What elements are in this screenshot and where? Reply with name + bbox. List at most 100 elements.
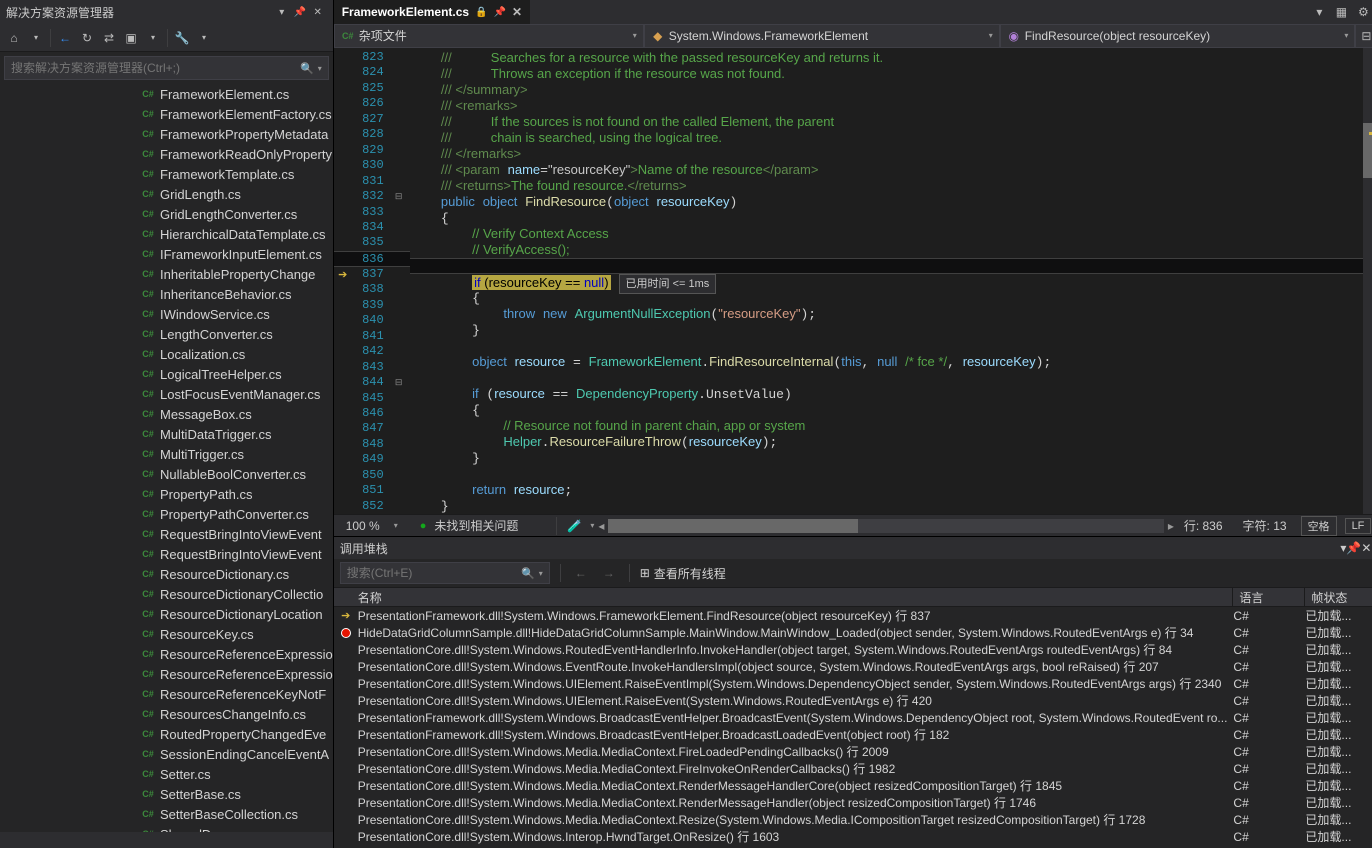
file-item[interactable]: C#Setter.cs <box>0 764 333 784</box>
file-item[interactable]: C#GridLength.cs <box>0 184 333 204</box>
stack-frame[interactable]: PresentationCore.dll!System.Windows.Medi… <box>334 794 1372 811</box>
file-item[interactable]: C#InheritanceBehavior.cs <box>0 284 333 304</box>
file-item[interactable]: C#RoutedPropertyChangedEve <box>0 724 333 744</box>
dropdown-icon[interactable]: ▾ <box>318 64 322 73</box>
tab-frameworkelement[interactable]: FrameworkElement.cs 🔒 📌 ✕ <box>334 0 530 24</box>
file-item[interactable]: C#FrameworkReadOnlyProperty <box>0 144 333 164</box>
close-icon[interactable]: ✕ <box>309 3 327 21</box>
file-item[interactable]: C#ResourceReferenceExpressio <box>0 664 333 684</box>
stack-frame[interactable]: ➔PresentationFramework.dll!System.Window… <box>334 607 1372 624</box>
file-item[interactable]: C#MessageBox.cs <box>0 404 333 424</box>
nav-member-dropdown[interactable]: ◉ FindResource(object resourceKey) ▾ <box>1000 24 1356 48</box>
file-item[interactable]: C#SetterBaseCollection.cs <box>0 804 333 824</box>
file-item[interactable]: C#RequestBringIntoViewEvent <box>0 544 333 564</box>
line-number[interactable]: 行: 836 <box>1178 517 1229 534</box>
file-item[interactable]: C#FrameworkElementFactory.cs <box>0 104 333 124</box>
nav-class-dropdown[interactable]: ◆ System.Windows.FrameworkElement ▾ <box>644 24 1000 48</box>
file-item[interactable]: C#IFrameworkInputElement.cs <box>0 244 333 264</box>
stack-frame[interactable]: PresentationCore.dll!System.Windows.Rout… <box>334 641 1372 658</box>
file-item[interactable]: C#ResourceDictionaryLocation <box>0 604 333 624</box>
wrench-icon[interactable]: 🔧 <box>172 28 192 48</box>
file-item[interactable]: C#SharedDp.cs <box>0 824 333 832</box>
file-item[interactable]: C#ResourceKey.cs <box>0 624 333 644</box>
add-tab-icon[interactable]: ▦ <box>1333 4 1349 20</box>
stack-frame[interactable]: PresentationCore.dll!System.Windows.Medi… <box>334 777 1372 794</box>
file-item[interactable]: C#ResourceReferenceKeyNotF <box>0 684 333 704</box>
col-lang[interactable]: 语言 <box>1233 588 1305 606</box>
indent-mode[interactable]: 空格 <box>1301 516 1337 536</box>
zoom-level[interactable]: 100 % <box>340 519 386 533</box>
file-item[interactable]: C#FrameworkElement.cs <box>0 84 333 104</box>
stack-frame[interactable]: PresentationCore.dll!System.Windows.Medi… <box>334 811 1372 828</box>
line-ending[interactable]: LF <box>1345 518 1372 534</box>
stack-frame[interactable]: PresentationCore.dll!System.Windows.UIEl… <box>334 692 1372 709</box>
stack-frame[interactable]: PresentationFramework.dll!System.Windows… <box>334 726 1372 743</box>
file-item[interactable]: C#LogicalTreeHelper.cs <box>0 364 333 384</box>
file-item[interactable]: C#SetterBase.cs <box>0 784 333 804</box>
gear-icon[interactable]: ⚙ <box>1355 4 1371 20</box>
file-tree[interactable]: C#FrameworkElement.csC#FrameworkElementF… <box>0 84 333 832</box>
file-item[interactable]: C#ResourceReferenceExpressio <box>0 644 333 664</box>
dropdown-icon[interactable]: ▾ <box>394 521 398 530</box>
pin-icon[interactable]: 📌 <box>494 7 506 18</box>
col-name[interactable]: 名称 <box>334 588 1234 606</box>
scroll-right-icon[interactable]: ▸ <box>1164 519 1178 533</box>
callstack-search[interactable]: 🔍 ▾ <box>340 562 550 584</box>
file-item[interactable]: C#PropertyPathConverter.cs <box>0 504 333 524</box>
file-item[interactable]: C#IWindowService.cs <box>0 304 333 324</box>
editor-vertical-scrollbar[interactable] <box>1363 48 1372 514</box>
search-input[interactable] <box>11 61 300 75</box>
refresh-icon[interactable]: ↻ <box>77 28 97 48</box>
file-item[interactable]: C#HierarchicalDataTemplate.cs <box>0 224 333 244</box>
file-item[interactable]: C#MultiDataTrigger.cs <box>0 424 333 444</box>
search-input[interactable] <box>347 566 521 580</box>
solution-search-input[interactable]: 🔍 ▾ <box>4 56 329 80</box>
file-item[interactable]: C#MultiTrigger.cs <box>0 444 333 464</box>
dropdown-icon[interactable]: ▾ <box>273 3 291 21</box>
callstack-body[interactable]: ➔PresentationFramework.dll!System.Window… <box>334 607 1372 848</box>
file-item[interactable]: C#FrameworkTemplate.cs <box>0 164 333 184</box>
collapse-icon[interactable]: ▣ <box>121 28 141 48</box>
pin-icon[interactable]: 📌 <box>291 3 309 21</box>
tree-horizontal-scrollbar[interactable] <box>0 832 333 848</box>
stack-frame[interactable]: PresentationCore.dll!System.Windows.Medi… <box>334 743 1372 760</box>
file-item[interactable]: C#ResourcesChangeInfo.cs <box>0 704 333 724</box>
file-item[interactable]: C#LostFocusEventManager.cs <box>0 384 333 404</box>
dropdown-icon[interactable]: ▾ <box>539 569 543 578</box>
dropdown-icon[interactable]: ▾ <box>143 28 163 48</box>
file-item[interactable]: C#RequestBringIntoViewEvent <box>0 524 333 544</box>
col-status[interactable]: 帧状态 <box>1305 588 1372 606</box>
stack-frame[interactable]: PresentationCore.dll!System.Windows.Inte… <box>334 828 1372 845</box>
file-item[interactable]: C#FrameworkPropertyMetadata <box>0 124 333 144</box>
view-all-threads-button[interactable]: ⊞ 查看所有线程 <box>640 565 726 582</box>
issues-status[interactable]: 未找到相关问题 <box>434 517 518 534</box>
dropdown-icon[interactable]: ▾ <box>26 28 46 48</box>
file-item[interactable]: C#ResourceDictionary.cs <box>0 564 333 584</box>
close-icon[interactable]: ✕ <box>512 5 522 19</box>
stack-frame[interactable]: PresentationCore.dll!System.Windows.Medi… <box>334 760 1372 777</box>
close-icon[interactable]: ✕ <box>1361 541 1371 555</box>
nav-project-dropdown[interactable]: C# 杂项文件 ▾ <box>334 24 644 48</box>
file-item[interactable]: C#GridLengthConverter.cs <box>0 204 333 224</box>
dropdown-icon[interactable]: ▾ <box>194 28 214 48</box>
beaker-icon[interactable]: 🧪 <box>567 519 582 533</box>
stack-frame[interactable]: HideDataGridColumnSample.dll!HideDataGri… <box>334 624 1372 641</box>
stack-frame[interactable]: PresentationCore.dll!System.Windows.UIEl… <box>334 675 1372 692</box>
file-item[interactable]: C#InheritablePropertyChange <box>0 264 333 284</box>
file-item[interactable]: C#Localization.cs <box>0 344 333 364</box>
editor-horizontal-scrollbar[interactable]: ◂ ▸ <box>608 519 1163 533</box>
back-icon[interactable]: ← <box>55 28 75 48</box>
pin-icon[interactable]: 📌 <box>1346 541 1361 555</box>
file-item[interactable]: C#LengthConverter.cs <box>0 324 333 344</box>
sync-icon[interactable]: ⇄ <box>99 28 119 48</box>
file-item[interactable]: C#PropertyPath.cs <box>0 484 333 504</box>
stack-frame[interactable]: PresentationCore.dll!System.Windows.Even… <box>334 658 1372 675</box>
stack-frame[interactable]: PresentationFramework.dll!System.Windows… <box>334 709 1372 726</box>
file-item[interactable]: C#ResourceDictionaryCollectio <box>0 584 333 604</box>
home-icon[interactable]: ⌂ <box>4 28 24 48</box>
code-editor[interactable]: 823824825826827828829830831832⊟833834835… <box>334 48 1372 514</box>
file-item[interactable]: C#NullableBoolConverter.cs <box>0 464 333 484</box>
dropdown-icon[interactable]: ▾ <box>1311 4 1327 20</box>
split-editor-icon[interactable]: ⊟ <box>1355 24 1372 48</box>
scroll-left-icon[interactable]: ◂ <box>594 519 608 533</box>
